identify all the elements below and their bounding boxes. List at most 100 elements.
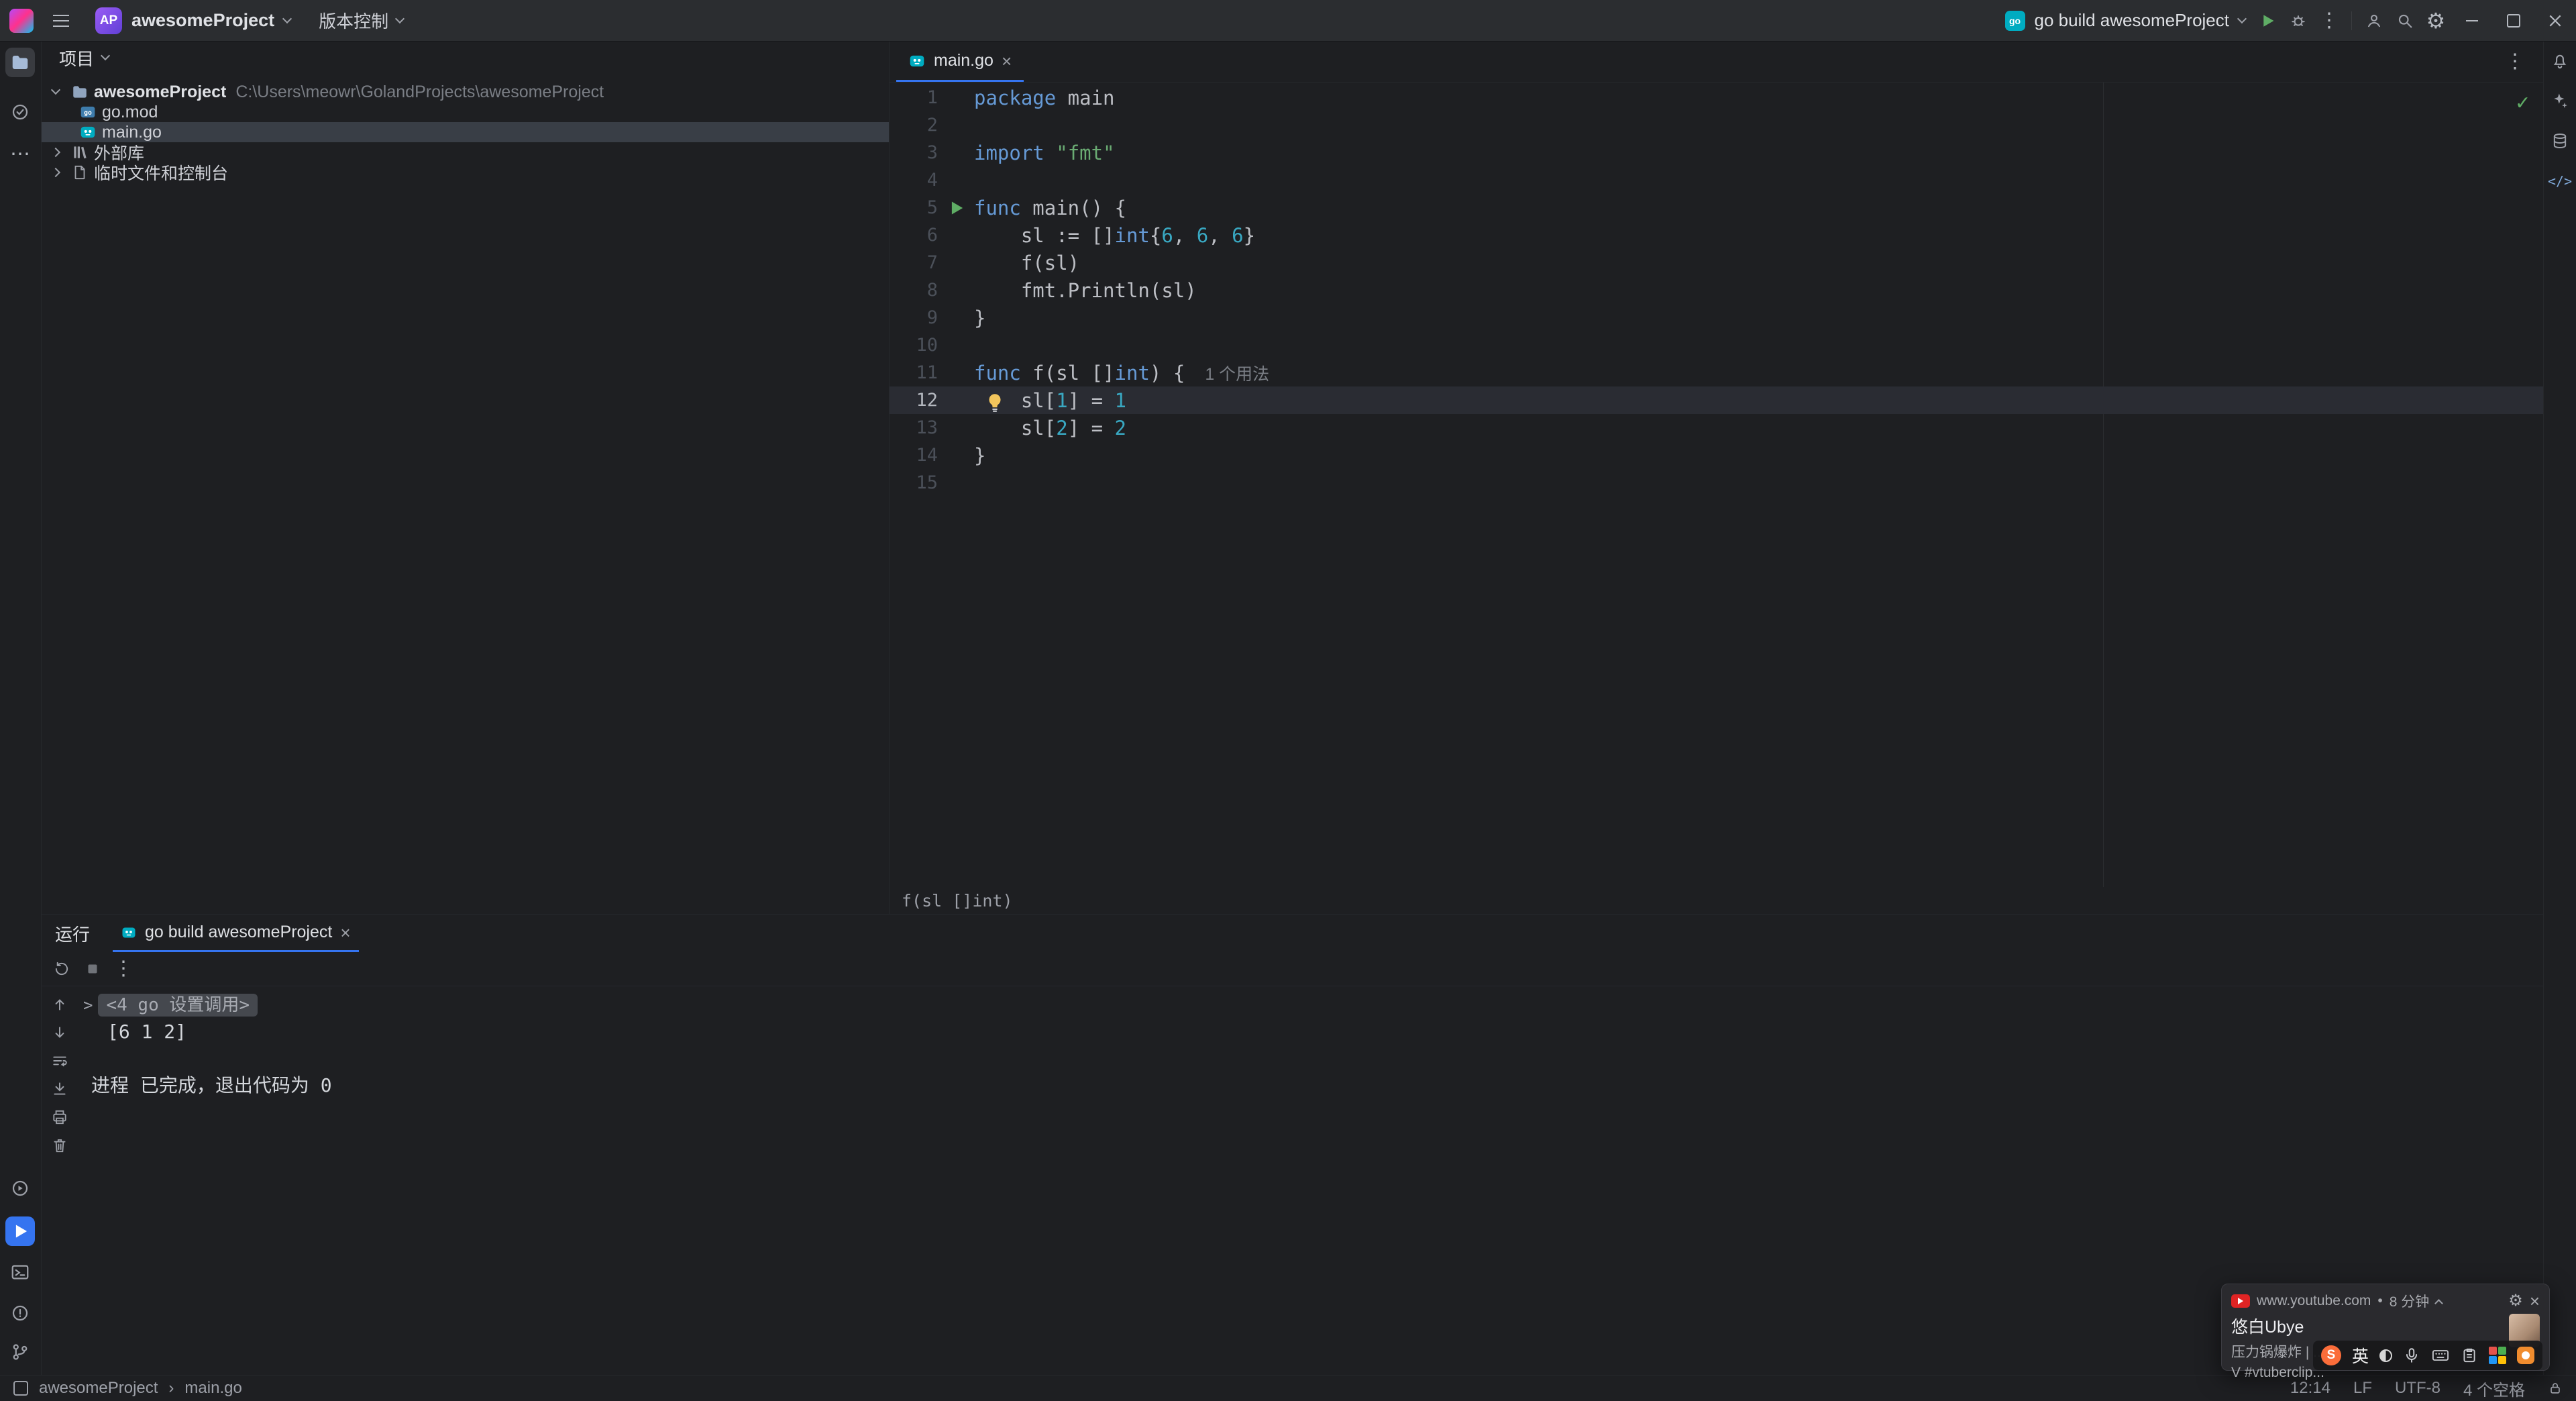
- print-button[interactable]: [51, 1108, 68, 1126]
- half-width-icon[interactable]: [2379, 1349, 2393, 1362]
- tab-close-icon[interactable]: ×: [340, 924, 350, 941]
- folded-setup-calls[interactable]: <4 go 设置调用>: [98, 994, 258, 1017]
- breadcrumb[interactable]: f(sl []int): [890, 887, 2544, 914]
- code-with-me-button[interactable]: [2359, 5, 2390, 36]
- tree-item-external-libraries[interactable]: 外部库: [42, 142, 889, 163]
- code-text: func f(sl []int) {1 个用法: [974, 361, 1270, 384]
- toolbar-divider: [2351, 11, 2352, 30]
- tree-chevron-icon[interactable]: [50, 85, 61, 95]
- code-line-8[interactable]: 8 fmt.Println(sl): [890, 276, 2544, 304]
- scroll-up-button[interactable]: [51, 996, 68, 1013]
- window-icon[interactable]: [13, 1381, 28, 1396]
- console-output[interactable]: > <4 go 设置调用> [6 1 2] 进程 已完成，退出代码为 0: [78, 986, 2544, 1376]
- commit-tool-button[interactable]: [5, 97, 35, 127]
- code-line-9[interactable]: 9}: [890, 304, 2544, 331]
- notification-close-icon[interactable]: ×: [2530, 1292, 2540, 1310]
- more-actions-button[interactable]: ⋮: [2314, 5, 2345, 36]
- project-widget[interactable]: AP awesomeProject: [89, 3, 297, 38]
- services-tool-button[interactable]: [5, 1174, 35, 1203]
- project-panel-title: 项目: [59, 48, 95, 69]
- code-line-14[interactable]: 14}: [890, 442, 2544, 469]
- ime-language-mode[interactable]: 英: [2352, 1343, 2369, 1367]
- database-button[interactable]: [2546, 127, 2573, 154]
- notification-settings-gear-icon[interactable]: ⚙: [2508, 1293, 2523, 1309]
- close-button[interactable]: [2534, 0, 2576, 41]
- terminal-tool-button[interactable]: [5, 1257, 35, 1287]
- fold-arrow-icon[interactable]: >: [83, 992, 93, 1019]
- code-line-15[interactable]: 15: [890, 469, 2544, 497]
- sogou-logo-icon[interactable]: S: [2321, 1345, 2341, 1365]
- main-menu-button[interactable]: [46, 5, 76, 36]
- maximize-button[interactable]: [2493, 0, 2534, 41]
- editor-tab-main-go[interactable]: main.go ×: [896, 42, 1024, 82]
- keyboard-icon[interactable]: [2431, 1346, 2450, 1365]
- code-line-4[interactable]: 4: [890, 166, 2544, 194]
- code-line-12[interactable]: 12 sl[1] = 1: [890, 386, 2544, 414]
- vcs-widget[interactable]: 版本控制: [319, 8, 405, 33]
- rerun-button[interactable]: [48, 955, 75, 982]
- project-tree: awesomeProject C:\Users\meowr\GolandProje…: [42, 74, 889, 183]
- chevron-up-icon[interactable]: [2434, 1298, 2444, 1308]
- tree-item-go-mod[interactable]: go go.mod: [42, 102, 889, 122]
- run-panel-title: 运行: [55, 924, 91, 945]
- statusbar-file[interactable]: main.go: [184, 1379, 241, 1398]
- tree-item-root[interactable]: awesomeProject C:\Users\meowr\GolandProje…: [42, 82, 889, 102]
- run-tool-button[interactable]: [5, 1216, 35, 1246]
- debug-button[interactable]: [2283, 5, 2314, 36]
- scroll-down-button[interactable]: [51, 1024, 68, 1041]
- scroll-to-end-button[interactable]: [51, 1080, 68, 1098]
- run-tab-go-build[interactable]: go build awesomeProject ×: [113, 915, 359, 952]
- tree-chevron-icon[interactable]: [50, 167, 61, 178]
- line-ending[interactable]: LF: [2353, 1379, 2372, 1398]
- ai-assistant-button[interactable]: [2546, 87, 2573, 114]
- toolbox-grid-icon[interactable]: [2489, 1347, 2507, 1364]
- console-line[interactable]: > <4 go 设置调用>: [83, 992, 2544, 1019]
- caret-position[interactable]: 12:14: [2290, 1379, 2330, 1398]
- code-line-3[interactable]: 3 import "fmt": [890, 139, 2544, 166]
- code-line-7[interactable]: 7 f(sl): [890, 249, 2544, 276]
- console-more-button[interactable]: ⋮: [110, 955, 137, 982]
- code-line-10[interactable]: 10: [890, 331, 2544, 359]
- settings-button[interactable]: ⚙: [2420, 5, 2451, 36]
- code-line-13[interactable]: 13 sl[2] = 2: [890, 414, 2544, 442]
- tab-label: main.go: [934, 51, 994, 70]
- code-line-11[interactable]: 11 func f(sl []int) {1 个用法: [890, 359, 2544, 386]
- stop-button[interactable]: [79, 955, 106, 982]
- clipboard-icon[interactable]: [2461, 1347, 2478, 1364]
- minimize-button[interactable]: [2451, 0, 2493, 41]
- code-editor[interactable]: ✓ 1 package main 2 3 import "fmt" 4 5 func main…: [890, 83, 2544, 887]
- notifications-button[interactable]: [2546, 47, 2573, 74]
- tree-chevron-icon[interactable]: [50, 147, 61, 158]
- statusbar-project[interactable]: awesomeProject: [39, 1379, 158, 1398]
- code-line-6[interactable]: 6 sl := []int{6, 6, 6}: [890, 221, 2544, 249]
- more-tool-windows-button[interactable]: ⋯: [5, 140, 35, 169]
- run-gutter-icon[interactable]: [938, 199, 974, 217]
- breadcrumb-function[interactable]: f(sl []int): [902, 891, 1013, 911]
- git-tool-button[interactable]: [5, 1337, 35, 1367]
- search-everywhere-button[interactable]: [2390, 5, 2420, 36]
- file-encoding[interactable]: UTF-8: [2395, 1379, 2440, 1398]
- tab-close-icon[interactable]: ×: [1002, 52, 1012, 70]
- tree-item-main-go[interactable]: main.go: [42, 122, 889, 142]
- intention-bulb-icon[interactable]: [983, 391, 1006, 414]
- run-configuration-selector[interactable]: go go build awesomeProject: [2004, 10, 2247, 31]
- microphone-icon[interactable]: [2403, 1347, 2420, 1364]
- project-panel-header[interactable]: 项目: [42, 42, 889, 74]
- code-line-1[interactable]: 1 package main: [890, 84, 2544, 111]
- skin-icon[interactable]: [2517, 1347, 2535, 1364]
- usages-inlay-hint[interactable]: 1 个用法: [1205, 365, 1269, 384]
- lock-icon[interactable]: [2548, 1381, 2563, 1396]
- run-button[interactable]: [2252, 5, 2283, 36]
- editor-tab-options-button[interactable]: ⋮: [2500, 46, 2530, 77]
- tree-item-scratches[interactable]: 临时文件和控制台: [42, 162, 889, 183]
- project-tool-button[interactable]: [5, 48, 35, 77]
- code-line-2[interactable]: 2: [890, 111, 2544, 139]
- svg-text:go: go: [84, 109, 92, 117]
- problems-tool-button[interactable]: [5, 1298, 35, 1328]
- code-line-5[interactable]: 5 func main() {: [890, 194, 2544, 221]
- clear-console-button[interactable]: [51, 1137, 68, 1154]
- endpoints-button[interactable]: </>: [2546, 168, 2573, 195]
- notification-source: www.youtube.com: [2257, 1293, 2371, 1308]
- soft-wrap-button[interactable]: [51, 1052, 68, 1070]
